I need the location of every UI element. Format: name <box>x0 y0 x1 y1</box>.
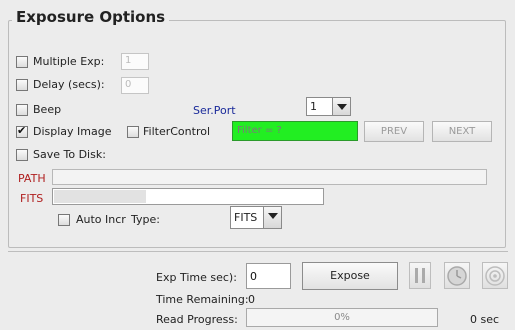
multiple-exp-label: Multiple Exp: <box>33 55 105 68</box>
clock-icon <box>447 266 467 286</box>
auto-incr-label: Auto Incr <box>76 213 126 226</box>
delay-checkbox[interactable] <box>16 79 28 91</box>
save-to-disk-label: Save To Disk: <box>33 148 106 161</box>
beep-checkbox[interactable] <box>16 104 28 116</box>
read-progress-text: 0% <box>334 312 350 323</box>
delay-label: Delay (secs): <box>33 78 105 91</box>
section-divider <box>8 251 508 252</box>
time-remaining-value: 0 <box>248 293 255 306</box>
target-icon <box>485 266 505 286</box>
target-button[interactable] <box>482 262 508 289</box>
save-to-disk-checkbox[interactable] <box>16 149 28 161</box>
beep-label: Beep <box>33 103 62 116</box>
fits-field-fill <box>54 190 146 203</box>
type-label: Type: <box>131 213 160 226</box>
prev-button[interactable]: PREV <box>364 121 424 142</box>
chevron-down-icon <box>332 98 350 115</box>
path-label: PATH <box>18 172 46 185</box>
fits-field[interactable] <box>52 188 324 205</box>
filter-control-label: FilterControl <box>143 125 211 138</box>
next-button[interactable]: NEXT <box>432 121 492 142</box>
display-image-label: Display Image <box>33 125 112 138</box>
pause-button[interactable] <box>409 262 431 289</box>
read-progress-label: Read Progress: <box>156 313 238 326</box>
multiple-exp-checkbox[interactable] <box>16 56 28 68</box>
display-image-checkbox[interactable] <box>16 124 28 138</box>
read-progress-bar: 0% <box>246 308 438 327</box>
fits-label: FITS <box>20 192 44 205</box>
expose-button[interactable]: Expose <box>302 262 398 290</box>
group-title: Exposure Options <box>12 8 170 26</box>
type-select[interactable]: FITS <box>230 206 282 229</box>
exp-time-label: Exp Time sec): <box>156 271 237 284</box>
time-remaining-label: Time Remaining: <box>156 293 249 306</box>
auto-incr-checkbox[interactable] <box>58 214 70 226</box>
ser-port-select[interactable]: 1 <box>306 97 351 116</box>
filter-status-display: Filter = ? <box>232 121 358 141</box>
elapsed-time: 0 sec <box>470 313 500 326</box>
ser-port-value: 1 <box>310 100 317 113</box>
clock-button[interactable] <box>444 262 470 289</box>
type-value: FITS <box>234 211 258 224</box>
ser-port-label: Ser.Port <box>193 104 236 117</box>
filter-control-checkbox[interactable] <box>127 126 139 138</box>
delay-field[interactable]: 0 <box>121 77 149 94</box>
exp-time-input[interactable]: 0 <box>246 263 291 289</box>
chevron-down-icon <box>263 207 281 228</box>
pause-icon <box>415 268 425 283</box>
path-field[interactable] <box>52 169 487 185</box>
multiple-exp-field[interactable]: 1 <box>121 53 149 70</box>
